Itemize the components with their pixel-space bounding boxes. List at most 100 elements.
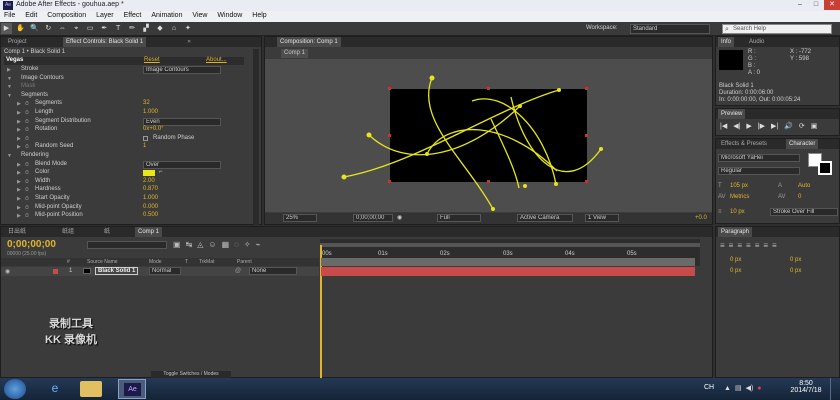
timeline-timecode[interactable]: 0;00;00;00 xyxy=(7,239,56,250)
selection-tool-icon[interactable]: ▶ xyxy=(1,23,12,34)
rectangle-tool-icon[interactable]: ▭ xyxy=(85,23,96,34)
brainstorm-icon[interactable]: ✧ xyxy=(244,240,251,249)
explorer-taskbar-icon[interactable] xyxy=(80,381,102,397)
kerning-value[interactable]: Metrics xyxy=(730,194,749,200)
playhead[interactable] xyxy=(320,245,322,385)
effect-property-row[interactable]: ▶ ⏱ Mid-point Opacity 0.000 xyxy=(1,204,251,212)
start-button[interactable] xyxy=(4,379,26,399)
property-value[interactable]: 32 xyxy=(143,100,150,106)
live-update-icon[interactable]: ↹ xyxy=(186,240,193,249)
disclosure-triangle-icon[interactable]: ▼ xyxy=(7,76,12,82)
effect-property-row[interactable]: ▼ Segments xyxy=(1,92,251,100)
hide-shy-icon[interactable]: ☺ xyxy=(208,240,216,249)
property-value[interactable]: 1 xyxy=(143,143,146,149)
effect-property-row[interactable]: ▼ Image Contours xyxy=(1,75,251,83)
stopwatch-icon[interactable]: ⏱ xyxy=(25,136,29,142)
puppet-pin-tool-icon[interactable]: ✦ xyxy=(182,23,193,34)
justify-center-icon[interactable]: ≡ xyxy=(755,241,760,250)
justify-right-icon[interactable]: ≡ xyxy=(763,241,768,250)
stopwatch-icon[interactable]: ⏱ xyxy=(25,127,29,133)
clock[interactable]: 8:50 2014/7/18 xyxy=(786,380,826,394)
property-value[interactable]: 1.000 xyxy=(143,109,158,115)
effect-property-row[interactable]: ▶ ⏱ Random Seed 1 xyxy=(1,143,251,151)
indent-right-value[interactable]: 0 px xyxy=(790,257,801,263)
property-select[interactable]: Even xyxy=(143,117,221,126)
effect-property-row[interactable]: ▶ ⏱ Hardness 0.870 xyxy=(1,186,251,194)
current-time-field[interactable]: 0;00;00;00 xyxy=(353,214,393,222)
motion-blur-icon[interactable]: ◌ xyxy=(234,240,239,249)
tracking-value[interactable]: 0 xyxy=(798,194,801,200)
stopwatch-icon[interactable]: ⏱ xyxy=(25,162,29,168)
rotate-tool-icon[interactable]: ↻ xyxy=(43,23,54,34)
eraser-tool-icon[interactable]: ◆ xyxy=(154,23,165,34)
work-area-bar[interactable] xyxy=(320,243,700,247)
views-select[interactable]: 1 View xyxy=(585,214,619,222)
layer-name[interactable]: Black Solid 1 xyxy=(95,267,139,275)
pen-tool-icon[interactable]: ✒ xyxy=(99,23,110,34)
disclosure-triangle-icon[interactable]: ▶ xyxy=(17,170,21,176)
disclosure-triangle-icon[interactable]: ▶ xyxy=(17,196,21,202)
layer-mode-select[interactable]: Normal xyxy=(149,267,181,275)
stopwatch-icon[interactable]: ⏱ xyxy=(25,110,29,116)
minimize-button[interactable]: – xyxy=(792,0,808,10)
align-left-icon[interactable]: ≡ xyxy=(720,241,725,250)
label-color-swatch[interactable] xyxy=(53,269,58,274)
next-frame-icon[interactable]: |▶ xyxy=(758,122,765,130)
disclosure-triangle-icon[interactable]: ▶ xyxy=(17,162,21,168)
property-value[interactable]: 0.870 xyxy=(143,186,158,192)
draft-3d-icon[interactable]: ◬ xyxy=(197,240,203,249)
effect-property-row[interactable]: ▶ ⏱ Mid-point Position 0.500 xyxy=(1,212,251,220)
space-before-value[interactable]: 0 px xyxy=(730,268,741,274)
menu-effect[interactable]: Effect xyxy=(120,11,146,20)
color-swatch[interactable] xyxy=(143,170,155,177)
pan-behind-tool-icon[interactable]: ⌖ xyxy=(71,23,82,34)
ram-preview-icon[interactable]: ▣ xyxy=(811,122,818,130)
volume-icon[interactable]: ◀) xyxy=(746,384,754,392)
disclosure-triangle-icon[interactable]: ▶ xyxy=(17,136,21,142)
play-icon[interactable]: ▶ xyxy=(746,122,751,130)
ae-taskbar-button[interactable]: Ae xyxy=(118,379,146,399)
first-frame-icon[interactable]: |◀ xyxy=(720,122,727,130)
tab-timeline-0[interactable]: 日出纸 xyxy=(5,227,29,237)
tab-effects-presets[interactable]: Effects & Presets xyxy=(718,139,770,149)
close-button[interactable]: ✕ xyxy=(824,0,840,10)
stroke-mode-select[interactable]: Stroke Over Fill xyxy=(770,208,838,216)
disclosure-triangle-icon[interactable]: ▶ xyxy=(17,144,21,150)
tab-timeline-2[interactable]: 纸 xyxy=(101,227,113,237)
justify-left-icon[interactable]: ≡ xyxy=(746,241,751,250)
tab-paragraph[interactable]: Paragraph xyxy=(718,227,753,237)
disclosure-triangle-icon[interactable]: ▶ xyxy=(17,119,21,125)
property-value[interactable]: 0.000 xyxy=(143,204,158,210)
reset-link[interactable]: Reset xyxy=(144,57,160,63)
property-select[interactable]: Over xyxy=(143,160,221,169)
effect-property-row[interactable]: ▶ ⏱ Segments 32 xyxy=(1,100,251,108)
disclosure-triangle-icon[interactable]: ▶ xyxy=(17,187,21,193)
brush-tool-icon[interactable]: ✏ xyxy=(127,23,138,34)
stopwatch-icon[interactable]: ⏱ xyxy=(25,213,29,219)
effect-property-row[interactable]: ▶ ⏱ Blend Mode Over xyxy=(1,160,251,169)
menu-edit[interactable]: Edit xyxy=(21,11,41,20)
eyedropper-icon[interactable]: ⌐ xyxy=(159,169,163,175)
workspace-select[interactable]: Standard xyxy=(630,24,710,34)
disclosure-triangle-icon[interactable]: ▶ xyxy=(7,67,11,73)
camera-select[interactable]: Active Camera xyxy=(517,214,573,222)
ie-taskbar-icon[interactable]: e xyxy=(44,381,66,397)
roto-brush-tool-icon[interactable]: ⌂ xyxy=(168,23,179,34)
effect-property-row[interactable]: ▶ ⏱ Rotation 0x+0.0° xyxy=(1,126,251,134)
leading-value[interactable]: Auto xyxy=(798,183,810,189)
tab-composition[interactable]: Composition: Comp 1 xyxy=(277,37,341,47)
layer-parent-select[interactable]: None xyxy=(249,267,297,275)
stopwatch-icon[interactable]: ⏱ xyxy=(25,101,29,107)
maximize-button[interactable]: □ xyxy=(808,0,824,10)
space-after-value[interactable]: 0 px xyxy=(790,268,801,274)
menu-layer[interactable]: Layer xyxy=(92,11,118,20)
disclosure-triangle-icon[interactable]: ▶ xyxy=(17,213,21,219)
align-center-icon[interactable]: ≡ xyxy=(729,241,734,250)
stopwatch-icon[interactable]: ⏱ xyxy=(25,205,29,211)
exposure-value[interactable]: +0.0 xyxy=(695,215,707,221)
about-link[interactable]: About... xyxy=(206,57,227,63)
tab-info[interactable]: Info xyxy=(718,37,735,47)
graph-editor-icon[interactable]: ⌁ xyxy=(256,240,261,249)
orbit-camera-tool-icon[interactable]: ⇔ xyxy=(57,23,68,34)
property-value[interactable]: 0.500 xyxy=(143,212,158,218)
